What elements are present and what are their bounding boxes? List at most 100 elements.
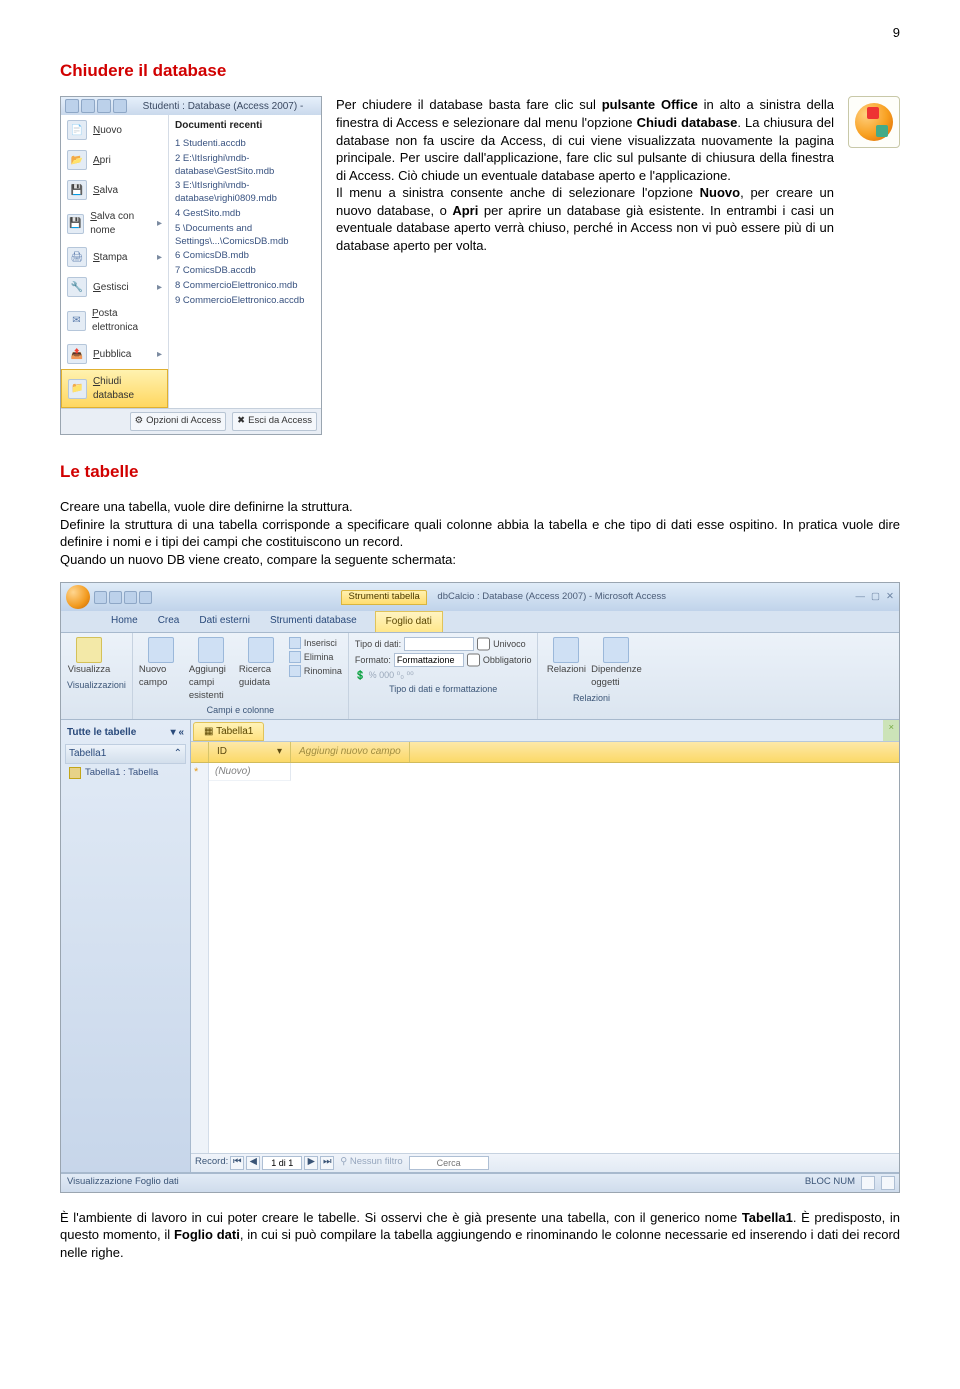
id-cell-new[interactable]: (Nuovo) [209, 763, 291, 782]
univoco-checkbox[interactable] [477, 637, 490, 651]
visualizza-button[interactable]: Visualizza [67, 637, 111, 677]
ribbon-tabs: HomeCreaDati esterniStrumenti database Fo… [61, 611, 899, 633]
rinomina-button[interactable]: Rinomina [289, 665, 342, 677]
relations-icon [553, 637, 579, 663]
addfield-icon [198, 637, 224, 663]
nav-header[interactable]: Tutte le tabelle▾ « [65, 724, 186, 742]
recent-document-item[interactable]: 4 GestSito.mdb [169, 207, 321, 222]
ribbon-tab-dati-esterni[interactable]: Dati esterni [189, 611, 260, 632]
relazioni-button[interactable]: Relazioni [544, 637, 588, 677]
office-menu-item-nuovo[interactable]: 📄Nuovo [61, 115, 168, 145]
nav-group-tabella1[interactable]: Tabella1⌃ [65, 744, 186, 764]
close-tab-button[interactable]: × [883, 720, 899, 742]
lookup-icon [248, 637, 274, 663]
deps-icon [603, 637, 629, 663]
datasheet-body[interactable]: * (Nuovo) [191, 763, 899, 1153]
qat-icon[interactable] [65, 99, 79, 113]
obbligatorio-checkbox[interactable] [467, 653, 480, 667]
dipendenze-button[interactable]: Dipendenze oggetti [594, 637, 638, 690]
collapse-icon: ⌃ [174, 747, 182, 761]
menu-item-label: Posta elettronica [92, 307, 162, 334]
submenu-arrow-icon: ▸ [157, 348, 162, 362]
closing-paragraph: È l'ambiente di lavoro in cui poter crea… [60, 1209, 900, 1262]
office-menu-item-stampa[interactable]: 🖨Stampa▸ [61, 242, 168, 272]
view-datasheet-button[interactable] [861, 1176, 875, 1190]
office-menu-item-chiudi-database[interactable]: 📁Chiudi database [61, 369, 168, 408]
filter-indicator[interactable]: ⚲ Nessun filtro [340, 1156, 402, 1169]
search-input[interactable] [409, 1156, 489, 1170]
tipo-dati-select[interactable] [404, 637, 474, 651]
office-menu-titlebar: Studenti : Database (Access 2007) - [61, 97, 321, 115]
group-format-label: Tipo di dati e formattazione [355, 683, 532, 695]
ribbon-tab-strumenti-database[interactable]: Strumenti database [260, 611, 367, 632]
recent-document-item[interactable]: 2 E:\ItIsrighi\mdb-database\GestSito.mdb [169, 152, 321, 180]
ribbon-tab-home[interactable]: Home [101, 611, 148, 632]
ricerca-guidata-button[interactable]: Ricerca guidata [239, 637, 283, 690]
last-record-button[interactable]: ⏭ [320, 1156, 334, 1170]
status-bar: Visualizzazione Foglio dati BLOC NUM [61, 1173, 899, 1192]
office-button[interactable] [66, 585, 90, 609]
gear-icon: ⚙ [135, 415, 144, 428]
office-logo-icon [848, 96, 900, 148]
column-id[interactable]: ID ▾ [209, 742, 291, 762]
close-icon: ✖ [237, 415, 245, 428]
office-menu-title: Studenti : Database (Access 2007) - [129, 100, 317, 114]
office-menu-item-apri[interactable]: 📂Apri [61, 145, 168, 175]
menu-item-label: Chiudi database [93, 375, 161, 402]
next-record-button[interactable]: ▶ [304, 1156, 318, 1170]
close-icon[interactable]: ✕ [886, 591, 894, 604]
office-menu-item-posta-elettronica[interactable]: ✉Posta elettronica [61, 302, 168, 339]
qat-icon[interactable] [81, 99, 95, 113]
ribbon-tab-crea[interactable]: Crea [148, 611, 190, 632]
ribbon: Visualizza Visualizzazioni Nuovo campo A… [61, 633, 899, 720]
group-relazioni-label: Relazioni [544, 692, 638, 704]
recent-document-item[interactable]: 3 E:\ItIsrighi\mdb-database\righi0809.md… [169, 179, 321, 207]
recent-document-item[interactable]: 9 CommercioElettronico.accdb [169, 294, 321, 309]
record-position-input[interactable] [262, 1156, 302, 1170]
prev-record-button[interactable]: ◀ [246, 1156, 260, 1170]
recent-document-item[interactable]: 8 CommercioElettronico.mdb [169, 279, 321, 294]
opzioni-access-button[interactable]: ⚙ Opzioni di Access [130, 412, 227, 431]
qat-icon[interactable] [124, 591, 137, 604]
format-symbols[interactable]: 💲 % 000 ⁰₀ ⁰⁰ [355, 669, 414, 681]
nuovo-campo-button[interactable]: Nuovo campo [139, 637, 183, 690]
office-menu-item-salva[interactable]: 💾Salva [61, 175, 168, 205]
recent-docs-header: Documenti recenti [169, 115, 321, 137]
view-design-button[interactable] [881, 1176, 895, 1190]
nav-item-tabella1[interactable]: Tabella1 : Tabella [65, 764, 186, 783]
record-navigator: Record: ⏮ ◀ ▶ ⏭ ⚲ Nessun filtro [195, 1156, 489, 1170]
office-menu-item-gestisci[interactable]: 🔧Gestisci▸ [61, 272, 168, 302]
row-selector-header[interactable] [191, 742, 209, 762]
inserisci-button[interactable]: Inserisci [289, 637, 342, 649]
close-db-paragraph: Per chiudere il database basta fare clic… [336, 96, 834, 254]
recent-document-item[interactable]: 1 Studenti.accdb [169, 137, 321, 152]
office-menu-item-pubblica[interactable]: 📤Pubblica▸ [61, 339, 168, 369]
chevron-down-icon: ▾ « [171, 726, 184, 740]
qat-icon[interactable] [113, 99, 127, 113]
qat-icon[interactable] [94, 591, 107, 604]
group-visualizzazioni-label: Visualizzazioni [67, 679, 126, 691]
maximize-icon[interactable]: ▢ [871, 591, 880, 604]
recent-document-item[interactable]: 7 ComicsDB.accdb [169, 264, 321, 279]
menu-item-icon: 💾 [67, 214, 84, 234]
qat-icon[interactable] [139, 591, 152, 604]
recent-document-item[interactable]: 5 \Documents and Settings\...\ComicsDB.m… [169, 222, 321, 250]
heading-chiudere: Chiudere il database [60, 60, 900, 83]
first-record-button[interactable]: ⏮ [230, 1156, 244, 1170]
formato-select[interactable] [394, 653, 464, 667]
submenu-arrow-icon: ▸ [157, 251, 162, 265]
submenu-arrow-icon: ▸ [157, 217, 162, 231]
aggiungi-campi-button[interactable]: Aggiungi campi esistenti [189, 637, 233, 702]
column-add-new[interactable]: Aggiungi nuovo campo [291, 742, 410, 762]
document-tab-tabella1[interactable]: ▦ Tabella1 [193, 722, 264, 742]
recent-document-item[interactable]: 6 ComicsDB.mdb [169, 249, 321, 264]
menu-item-label: Stampa [93, 251, 127, 265]
ribbon-tab-foglio-dati[interactable]: Foglio dati [375, 611, 443, 632]
office-menu-item-salva-con-nome[interactable]: 💾Salva con nome▸ [61, 205, 168, 242]
minimize-icon[interactable]: — [856, 591, 866, 604]
qat-icon[interactable] [97, 99, 111, 113]
menu-item-icon: 💾 [67, 180, 87, 200]
elimina-button[interactable]: Elimina [289, 651, 342, 663]
esci-access-button[interactable]: ✖ Esci da Access [232, 412, 317, 431]
qat-icon[interactable] [109, 591, 122, 604]
